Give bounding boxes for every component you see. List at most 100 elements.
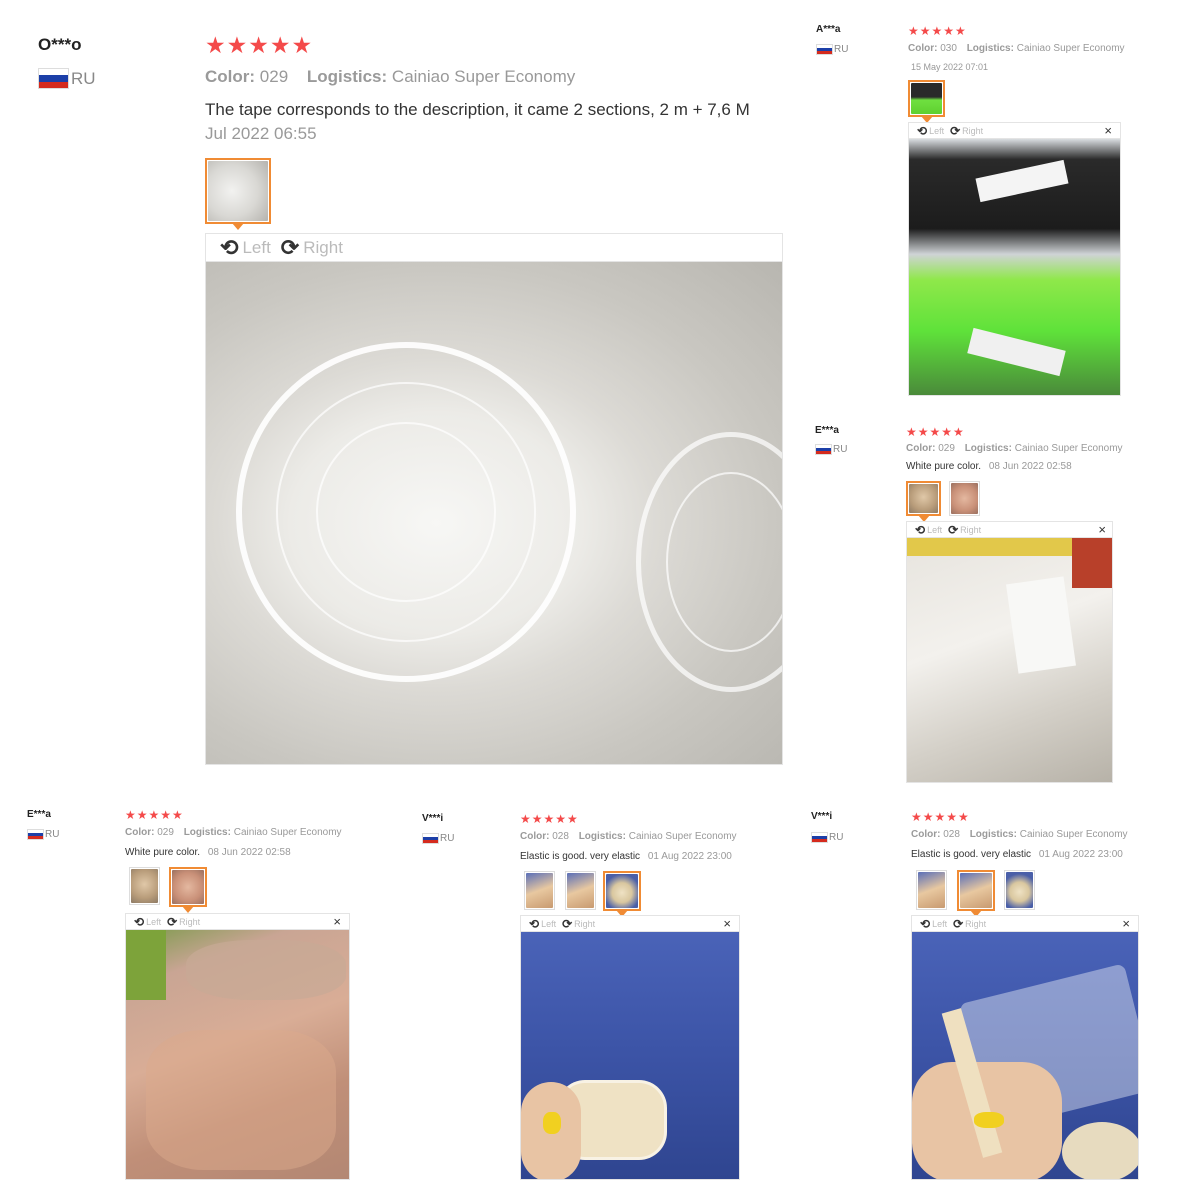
rotate-right-icon: ⟳ [280, 234, 300, 260]
photo-thumbnails [908, 80, 945, 117]
rotate-left-icon: ⟲ [917, 123, 928, 138]
color-value: 029 [259, 67, 289, 86]
close-icon[interactable]: × [1104, 123, 1112, 138]
review-card: A***a RU ★★★★★ Color: 030 Logistics: Cai… [800, 0, 1200, 400]
russia-flag-icon [422, 833, 439, 844]
color-value: 028 [943, 829, 960, 840]
review-date: 15 May 2022 07:01 [911, 62, 989, 72]
rotate-left-icon: ⟲ [920, 916, 931, 931]
close-icon[interactable]: × [1122, 916, 1130, 931]
star-rating: ★★★★★ [911, 810, 970, 824]
review-photo [906, 537, 1113, 783]
photo-thumbnail[interactable] [524, 871, 555, 910]
review-meta: Color: 028 Logistics: Cainiao Super Econ… [520, 831, 737, 842]
logistics-label: Logistics: [578, 831, 626, 842]
star-rating: ★★★★★ [906, 425, 965, 439]
rotate-left-label: Left [932, 918, 948, 929]
rotate-left-button[interactable]: ⟲ Left [529, 917, 556, 931]
review-meta: Color: 029 Logistics: Cainiao Super Econ… [205, 67, 575, 87]
close-icon[interactable]: × [1098, 522, 1106, 537]
photo-viewer-toolbar: ⟲ Left ⟳ Right × [125, 913, 350, 929]
review-meta: Color: 029 Logistics: Cainiao Super Econ… [125, 827, 342, 838]
logistics-value: Cainiao Super Economy [1019, 829, 1128, 840]
reviewer-name: V***i [811, 811, 833, 822]
close-icon[interactable]: × [333, 914, 341, 929]
photo-thumbnail[interactable] [906, 481, 941, 516]
photo-thumbnails [906, 481, 980, 516]
country-code: RU [834, 44, 849, 55]
photo-thumbnail[interactable] [129, 867, 160, 905]
rotate-right-label: Right [962, 125, 984, 136]
review-text: Elastic is good. very elastic 01 Aug 202… [520, 851, 732, 862]
photo-thumbnail[interactable] [957, 870, 995, 911]
color-label: Color: [908, 43, 938, 54]
color-value: 028 [552, 831, 569, 842]
russia-flag-icon [811, 832, 828, 843]
rotate-right-icon: ⟳ [953, 916, 964, 931]
photo-thumbnail[interactable] [916, 870, 947, 910]
star-rating: ★★★★★ [205, 32, 314, 58]
photo-thumbnail[interactable] [169, 867, 207, 907]
logistics-label: Logistics: [969, 829, 1017, 840]
review-body: White pure color. [125, 847, 201, 858]
photo-thumbnails [205, 158, 271, 224]
country-code: RU [440, 833, 455, 844]
russia-flag-icon [815, 444, 832, 455]
rotate-right-icon: ⟳ [950, 123, 961, 138]
rotate-left-button[interactable]: ⟲ Left [220, 235, 271, 261]
reviewer-name: A***a [816, 24, 841, 35]
rotate-right-label: Right [574, 918, 596, 929]
rotate-right-button[interactable]: ⟳ Right [562, 917, 595, 931]
country-code: RU [829, 832, 844, 843]
review-photo [125, 929, 350, 1180]
rotate-left-icon: ⟲ [915, 522, 926, 537]
review-photo [520, 931, 740, 1180]
rotate-right-icon: ⟳ [948, 522, 959, 537]
rotate-right-icon: ⟳ [167, 914, 178, 929]
photo-thumbnail[interactable] [205, 158, 271, 224]
rotate-left-button[interactable]: ⟲ Left [920, 917, 947, 931]
photo-thumbnail[interactable] [565, 871, 596, 910]
color-value: 030 [940, 43, 957, 54]
color-value: 029 [938, 443, 955, 454]
rotate-right-button[interactable]: ⟳ Right [953, 917, 986, 931]
color-label: Color: [125, 827, 155, 838]
photo-viewer-toolbar: ⟲ Left ⟳ Right × [908, 122, 1121, 138]
rotate-right-icon: ⟳ [562, 916, 573, 931]
review-meta: Color: 029 Logistics: Cainiao Super Econ… [906, 443, 1123, 454]
rotate-right-button[interactable]: ⟳ Right [950, 124, 983, 138]
reviewer-country: RU [27, 829, 59, 840]
rotate-left-label: Left [242, 237, 271, 257]
review-card: V***i RU ★★★★★ Color: 028 Logistics: Cai… [800, 790, 1200, 1200]
review-card: O***o RU ★★★★★ Color: 029 Logistics: Cai… [0, 0, 800, 780]
rotate-left-button[interactable]: ⟲ Left [134, 915, 161, 929]
rotate-left-button[interactable]: ⟲ Left [915, 523, 942, 537]
logistics-label: Logistics: [183, 827, 231, 838]
photo-viewer-toolbar: ⟲ Left ⟳ Right × [520, 915, 740, 931]
photo-thumbnail[interactable] [949, 481, 980, 516]
rotate-right-button[interactable]: ⟳ Right [948, 523, 981, 537]
logistics-label: Logistics: [306, 67, 388, 86]
star-rating: ★★★★★ [520, 812, 579, 826]
rotate-right-button[interactable]: ⟳ Right [281, 235, 343, 261]
photo-thumbnail[interactable] [1004, 870, 1035, 910]
reviewer-country: RU [811, 832, 843, 843]
rotate-right-label: Right [965, 918, 987, 929]
rotate-left-icon: ⟲ [134, 914, 145, 929]
country-code: RU [45, 829, 60, 840]
reviewer-name: V***i [422, 813, 444, 824]
star-rating: ★★★★★ [908, 24, 967, 38]
review-body: White pure color. [906, 461, 982, 472]
reviewer-country: RU [38, 68, 96, 89]
review-card: V***i RU ★★★★★ Color: 028 Logistics: Cai… [400, 790, 800, 1200]
logistics-value: Cainiao Super Economy [233, 827, 342, 838]
logistics-label: Logistics: [966, 43, 1014, 54]
close-icon[interactable]: × [723, 916, 731, 931]
photo-thumbnail[interactable] [603, 871, 641, 911]
rotate-left-button[interactable]: ⟲ Left [917, 124, 944, 138]
photo-thumbnails [129, 867, 207, 907]
rotate-left-label: Left [146, 916, 162, 927]
photo-thumbnail[interactable] [908, 80, 945, 117]
review-text: Elastic is good. very elastic 01 Aug 202… [911, 849, 1123, 860]
rotate-right-button[interactable]: ⟳ Right [167, 915, 200, 929]
